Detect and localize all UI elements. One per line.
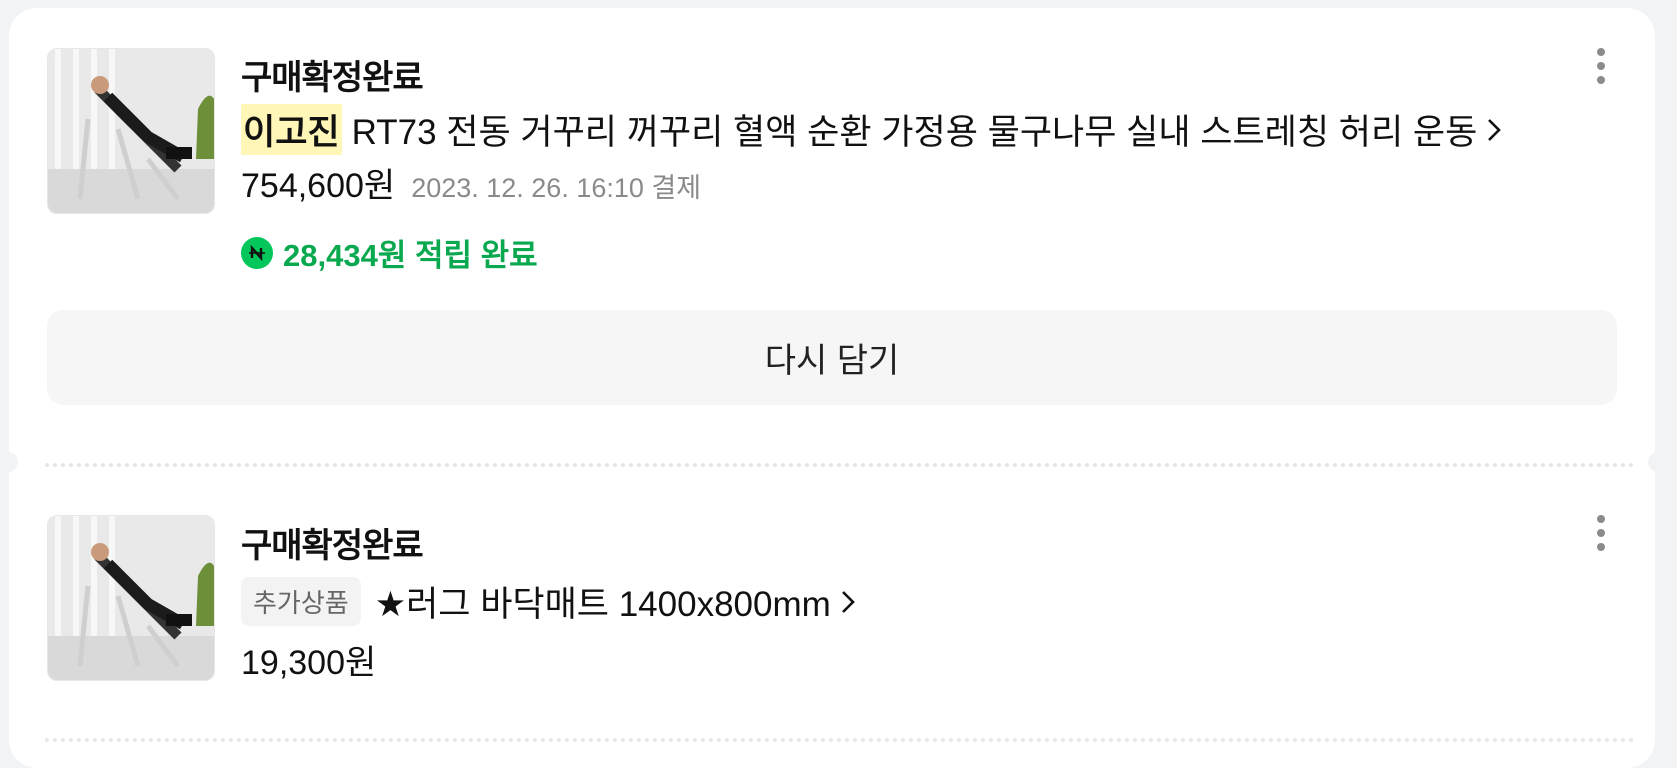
product-thumbnail[interactable] xyxy=(47,515,215,681)
order-divider xyxy=(45,463,1635,467)
seller-name: 이고진 xyxy=(241,104,342,155)
order-price: 19,300원 xyxy=(241,644,377,682)
reward-points: 28,434원 적립 완료 xyxy=(241,230,538,275)
add-to-cart-again-button[interactable]: 다시 담기 xyxy=(47,310,1617,405)
product-title-link[interactable]: 이고진 RT73 전동 거꾸리 꺼꾸리 혈액 순환 가정용 물구나무 실내 스트… xyxy=(241,104,1502,155)
order-price: 754,600원 xyxy=(241,167,396,205)
product-image xyxy=(48,49,214,213)
chevron-right-icon xyxy=(841,590,855,613)
price-row: 19,300원 xyxy=(241,635,376,684)
price-row: 754,600원 2023. 12. 26. 16:10 결제 xyxy=(241,158,701,207)
more-options-icon[interactable] xyxy=(1595,48,1607,88)
order-status: 구매확정완료 xyxy=(241,59,424,97)
ticket-notch xyxy=(1648,452,1668,472)
order-list-card: 구매확정완료 이고진 RT73 전동 거꾸리 꺼꾸리 혈액 순환 가정용 물구나… xyxy=(9,8,1655,768)
additional-item-badge: 추가상품 xyxy=(241,577,361,626)
chevron-right-icon xyxy=(1488,118,1502,141)
reward-text: 28,434원 적립 완료 xyxy=(283,238,538,273)
product-image xyxy=(48,516,214,680)
payment-date: 2023. 12. 26. 16:10 결제 xyxy=(411,173,702,203)
more-options-icon[interactable] xyxy=(1595,515,1607,555)
product-title-link[interactable]: 추가상품 ★러그 바닥매트 1400x800mm xyxy=(241,576,855,627)
naver-pay-icon xyxy=(241,236,273,269)
order-status: 구매확정완료 xyxy=(241,527,424,565)
order-divider xyxy=(45,738,1635,742)
product-thumbnail[interactable] xyxy=(47,48,215,214)
product-name: ★러그 바닥매트 1400x800mm xyxy=(374,585,831,624)
product-name: RT73 전동 거꾸리 꺼꾸리 혈액 순환 가정용 물구나무 실내 스트레칭 허… xyxy=(351,113,1478,152)
